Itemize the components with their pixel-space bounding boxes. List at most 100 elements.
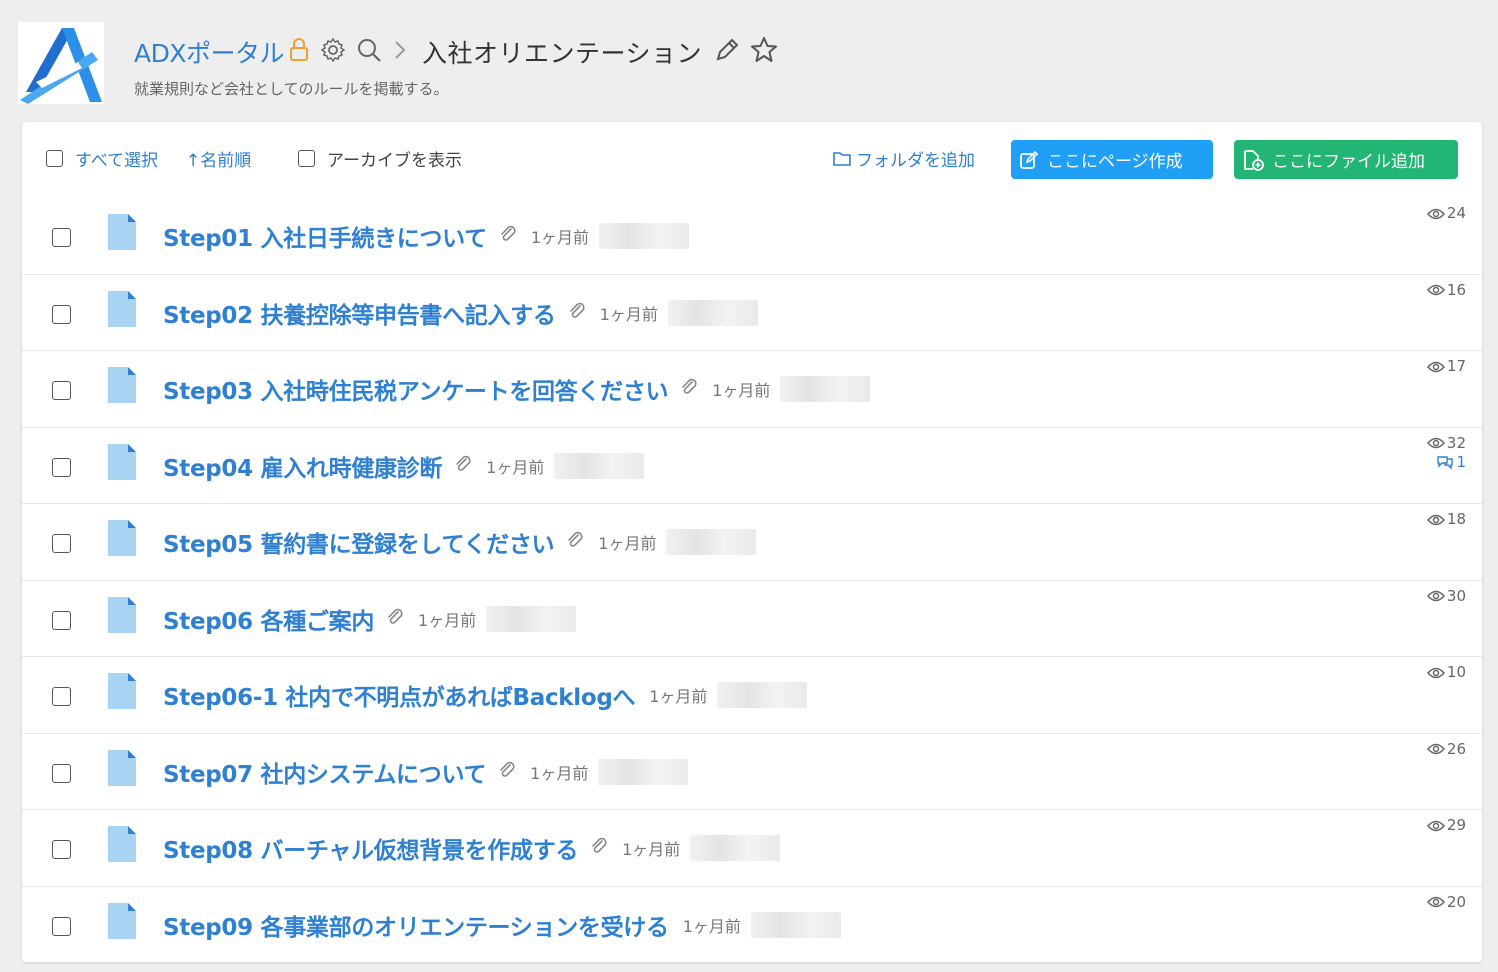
view-count: 20 (1426, 892, 1466, 912)
eye-icon (1426, 283, 1445, 297)
author-avatars-blurred (486, 605, 577, 632)
updated-time: 1ヶ月前 (598, 534, 657, 553)
show-archive-control[interactable]: アーカイブを表示 (298, 146, 462, 171)
page-row[interactable]: Step02 扶養控除等申告書へ記入する 1ヶ月前 16 (22, 275, 1482, 351)
row-stats: 32 1 (1426, 434, 1466, 472)
eye-icon (1426, 742, 1445, 756)
document-icon (106, 518, 138, 562)
attachment-icon (454, 454, 472, 478)
page-title-link[interactable]: Step03 入社時住民税アンケートを回答ください (163, 372, 669, 406)
row-checkbox[interactable] (52, 304, 71, 324)
updated-time: 1ヶ月前 (530, 228, 590, 247)
show-archive-checkbox[interactable] (298, 149, 315, 167)
view-count: 16 (1426, 281, 1466, 300)
edit-page-icon (1019, 150, 1039, 170)
document-icon (106, 212, 138, 256)
adx-logo[interactable] (18, 22, 104, 104)
page-row[interactable]: Step01 入社日手続きについて 1ヶ月前 24 (22, 198, 1482, 275)
page-list-panel: すべて選択 ↑名前順 アーカイブを表示 フォルダを追加 ここにページ作成 ここに… (22, 122, 1482, 962)
attachment-icon (386, 607, 404, 631)
attachment-icon (680, 377, 698, 401)
author-avatars-blurred (666, 529, 757, 555)
page-row[interactable]: Step08 バーチャル仮想背景を作成する 1ヶ月前 29 (22, 810, 1482, 887)
document-icon (106, 289, 138, 333)
portal-link[interactable]: ADXポータル (134, 34, 284, 70)
page-row[interactable]: Step03 入社時住民税アンケートを回答ください 1ヶ月前 17 (22, 351, 1482, 428)
view-count-value: 30 (1446, 586, 1466, 605)
page-row[interactable]: Step05 誓約書に登録をしてください 1ヶ月前 18 (22, 504, 1482, 581)
row-checkbox[interactable] (52, 228, 71, 247)
page-list: Step01 入社日手続きについて 1ヶ月前 24 Step02 扶養控除等申告… (22, 198, 1482, 963)
add-folder-button[interactable]: フォルダを追加 (832, 146, 975, 171)
row-stats: 29 (1426, 816, 1466, 835)
select-all-control[interactable]: すべて選択 (46, 146, 158, 171)
lock-icon (288, 38, 310, 66)
view-count: 18 (1426, 510, 1466, 529)
row-checkbox[interactable] (52, 687, 71, 706)
comment-icon (1436, 455, 1454, 469)
document-icon (106, 671, 138, 715)
search-icon[interactable] (356, 37, 382, 67)
row-checkbox[interactable] (52, 610, 71, 630)
author-avatars-blurred (780, 376, 871, 402)
updated-time: 1ヶ月前 (418, 610, 477, 630)
view-count: 17 (1426, 357, 1466, 376)
view-count: 24 (1426, 204, 1466, 223)
updated-time: 1ヶ月前 (530, 763, 589, 783)
attachment-icon (499, 224, 517, 248)
document-icon (106, 365, 138, 409)
page-row[interactable]: Step06 各種ご案内 1ヶ月前 30 (22, 581, 1482, 657)
page-title: 入社オリエンテーション (421, 39, 702, 68)
author-avatars-blurred (667, 299, 758, 326)
page-title-link[interactable]: Step01 入社日手続きについて (163, 219, 487, 253)
row-checkbox[interactable] (52, 763, 71, 783)
page-title-link[interactable]: Step07 社内システムについて (163, 755, 486, 789)
page-row[interactable]: Step09 各事業部のオリエンテーションを受ける 1ヶ月前 20 (22, 887, 1482, 964)
row-checkbox[interactable] (52, 457, 71, 477)
document-icon (106, 748, 138, 792)
author-avatars-blurred (717, 682, 808, 708)
row-checkbox[interactable] (52, 840, 71, 859)
view-count-value: 26 (1446, 739, 1466, 758)
view-count-value: 20 (1446, 892, 1466, 911)
list-toolbar: すべて選択 ↑名前順 アーカイブを表示 フォルダを追加 ここにページ作成 ここに… (22, 122, 1482, 194)
page-title-link[interactable]: Step04 雇入れ時健康診断 (163, 449, 442, 483)
page-title-link[interactable]: Step05 誓約書に登録をしてください (163, 525, 555, 559)
page-row[interactable]: Step07 社内システムについて 1ヶ月前 26 (22, 734, 1482, 810)
select-all-label[interactable]: すべて選択 (75, 146, 158, 171)
eye-icon (1426, 666, 1445, 680)
page-row[interactable]: Step06-1 社内で不明点があればBacklogへ 1ヶ月前 10 (22, 657, 1482, 734)
page-row[interactable]: Step04 雇入れ時健康診断 1ヶ月前 32 1 (22, 428, 1482, 504)
comment-count-value: 1 (1456, 452, 1466, 471)
sort-by-name[interactable]: ↑名前順 (186, 146, 251, 171)
page-title-link[interactable]: Step08 バーチャル仮想背景を作成する (163, 831, 578, 865)
view-count-value: 29 (1446, 816, 1466, 834)
view-count: 26 (1426, 739, 1466, 759)
page-title-link[interactable]: Step02 扶養控除等申告書へ記入する (163, 296, 556, 330)
document-icon (106, 901, 138, 945)
view-count-value: 18 (1446, 510, 1466, 528)
row-checkbox[interactable] (52, 916, 71, 936)
gear-icon[interactable] (320, 37, 346, 67)
page-title-link[interactable]: Step06-1 社内で不明点があればBacklogへ (163, 678, 636, 712)
chevron-right-icon (392, 39, 408, 65)
attachment-icon (568, 301, 586, 325)
view-count-value: 10 (1446, 663, 1466, 681)
author-avatars-blurred (750, 911, 841, 938)
pencil-icon[interactable] (714, 37, 740, 67)
star-icon[interactable] (750, 36, 778, 68)
show-archive-label[interactable]: アーカイブを表示 (327, 146, 462, 171)
add-file-button[interactable]: ここにファイル追加 (1234, 140, 1458, 179)
row-checkbox[interactable] (52, 381, 71, 400)
view-count: 29 (1426, 816, 1466, 835)
page-title-link[interactable]: Step09 各事業部のオリエンテーションを受ける (163, 908, 669, 942)
page-title-link[interactable]: Step06 各種ご案内 (163, 602, 374, 636)
select-all-checkbox[interactable] (46, 149, 63, 167)
attachment-icon (498, 760, 516, 784)
row-checkbox[interactable] (52, 534, 71, 553)
document-icon (106, 595, 138, 639)
row-stats: 24 (1426, 204, 1466, 223)
view-count-value: 24 (1446, 204, 1466, 222)
create-page-button[interactable]: ここにページ作成 (1011, 140, 1213, 179)
view-count: 30 (1426, 586, 1466, 606)
